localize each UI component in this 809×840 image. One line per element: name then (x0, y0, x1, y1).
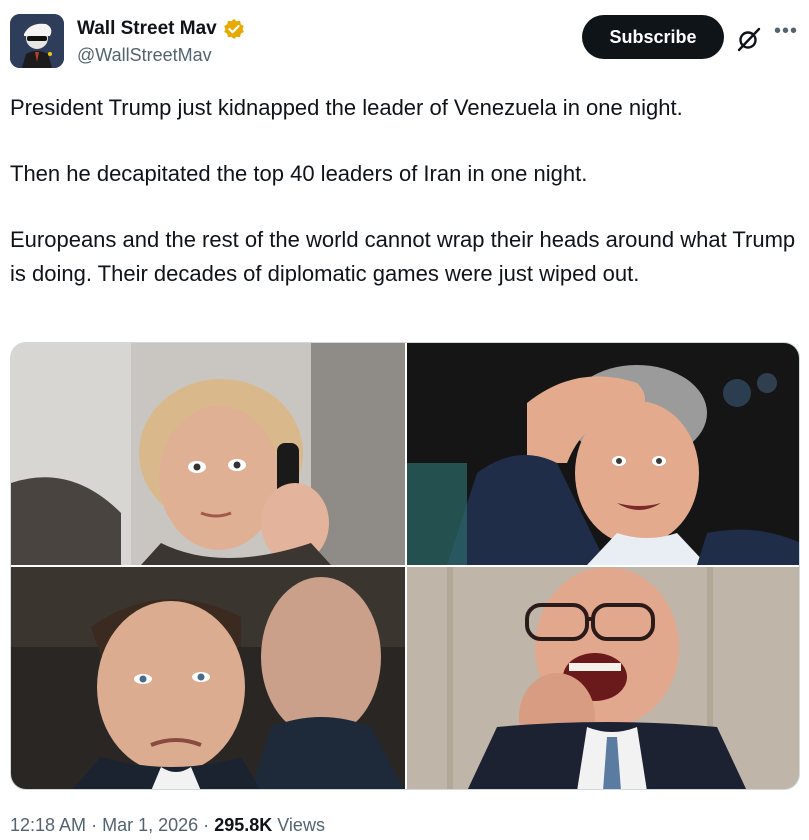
author-info: Wall Street Mav @WallStreetMav (77, 16, 245, 66)
display-name[interactable]: Wall Street Mav (77, 18, 217, 40)
post-time[interactable]: 12:18 AM (10, 815, 86, 835)
verified-badge-icon (223, 19, 244, 39)
tweet-paragraph: President Trump just kidnapped the leade… (10, 95, 683, 120)
photo-man-crying[interactable] (407, 567, 799, 789)
tweet-text: President Trump just kidnapped the leade… (10, 91, 805, 291)
subscribe-button[interactable]: Subscribe (582, 15, 724, 59)
post-meta: 12:18 AM · Mar 1, 2026 · 295.8K Views (10, 815, 325, 836)
handle[interactable]: @WallStreetMav (77, 45, 245, 66)
photo-woman-on-phone[interactable] (11, 343, 405, 565)
more-options-icon[interactable]: ••• (774, 21, 802, 44)
grok-icon[interactable] (736, 26, 762, 52)
views-label: Views (277, 815, 325, 835)
tweet-post: Wall Street Mav @WallStreetMav Subscribe… (0, 0, 809, 840)
photo-man-frowning[interactable] (11, 567, 405, 789)
tweet-paragraph: Then he decapitated the top 40 leaders o… (10, 161, 588, 186)
avatar[interactable] (10, 14, 64, 68)
photo-man-hand-on-head[interactable] (407, 343, 799, 565)
meta-separator: · (91, 815, 98, 835)
tweet-paragraph: Europeans and the rest of the world cann… (10, 227, 796, 286)
views-count: 295.8K (214, 815, 273, 835)
meta-separator: · (203, 815, 210, 835)
media-grid (10, 342, 800, 790)
post-date[interactable]: Mar 1, 2026 (102, 815, 198, 835)
